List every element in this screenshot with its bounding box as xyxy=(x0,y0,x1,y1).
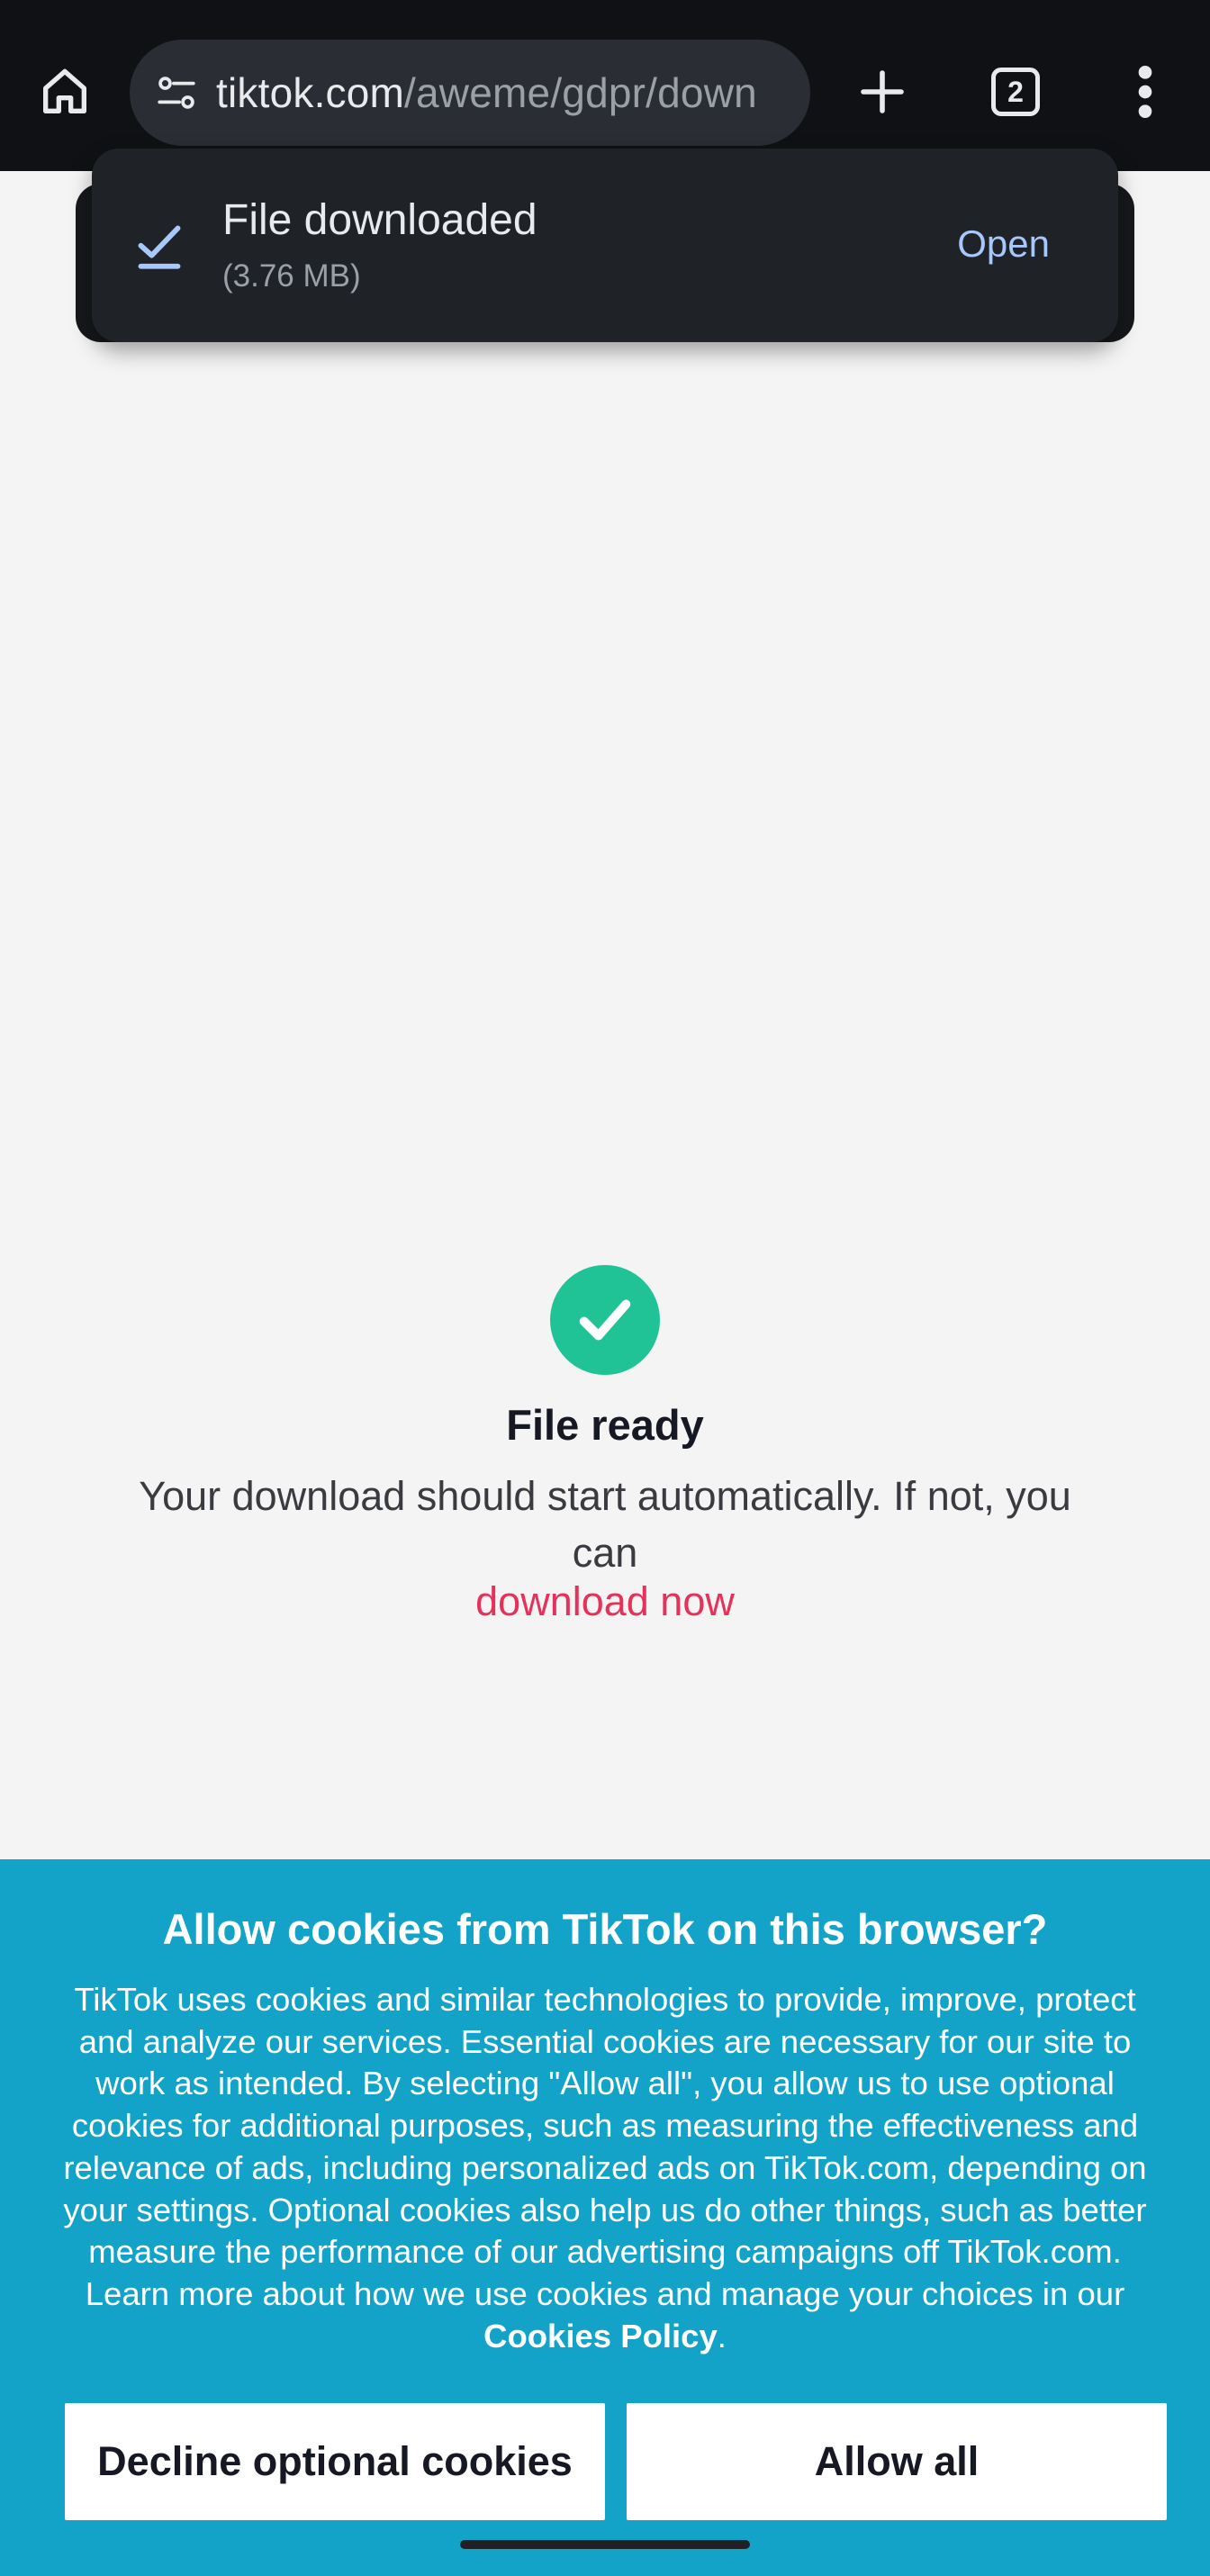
tab-switcher-icon: 2 xyxy=(991,68,1040,116)
checkmark-icon xyxy=(579,1299,631,1341)
url-domain: tiktok.com xyxy=(216,69,405,116)
cookie-banner-title: Allow cookies from TikTok on this browse… xyxy=(162,1905,1048,1953)
snackbar-title: File downloaded xyxy=(222,196,537,244)
url-path: /aweme/gdpr/down xyxy=(404,69,757,116)
address-bar[interactable]: tiktok.com/aweme/gdpr/down xyxy=(130,40,810,146)
home-icon xyxy=(43,68,86,113)
open-file-button[interactable]: Open xyxy=(957,222,1050,266)
gesture-nav-bar[interactable] xyxy=(460,2540,750,2549)
allow-all-cookies-button[interactable]: Allow all xyxy=(627,2403,1167,2520)
new-tab-button[interactable] xyxy=(844,54,920,130)
snackbar-file-size: (3.76 MB) xyxy=(222,258,361,294)
cookie-body-text: TikTok uses cookies and similar technolo… xyxy=(63,1981,1147,2312)
cookie-banner: Allow cookies from TikTok on this browse… xyxy=(0,1859,1210,2576)
success-badge xyxy=(550,1265,660,1375)
cookie-banner-body: TikTok uses cookies and similar technolo… xyxy=(45,1979,1165,2357)
cookies-policy-link[interactable]: Cookies Policy xyxy=(483,2318,718,2355)
download-description: Your download should start automatically… xyxy=(139,1473,1071,1576)
download-snackbar: File downloaded (3.76 MB) Open xyxy=(92,149,1118,342)
tab-switcher-button[interactable]: 2 xyxy=(978,54,1053,130)
more-options-button[interactable] xyxy=(1107,54,1183,130)
page: tiktok.com/aweme/gdpr/down 2 File downlo… xyxy=(0,0,1210,2576)
site-settings-button[interactable] xyxy=(149,66,203,120)
plus-icon xyxy=(861,70,904,113)
cookie-body-suffix: . xyxy=(717,2317,727,2355)
page-title: File ready xyxy=(506,1401,704,1449)
more-vert-icon xyxy=(1138,66,1152,118)
home-button[interactable] xyxy=(27,54,103,130)
url-text: tiktok.com/aweme/gdpr/down xyxy=(216,68,757,117)
download-now-link[interactable]: download now xyxy=(0,1578,1210,1625)
download-done-icon xyxy=(138,225,181,269)
decline-cookies-button[interactable]: Decline optional cookies xyxy=(65,2403,605,2520)
browser-toolbar: tiktok.com/aweme/gdpr/down 2 xyxy=(0,0,1210,171)
site-settings-icon xyxy=(158,77,195,109)
